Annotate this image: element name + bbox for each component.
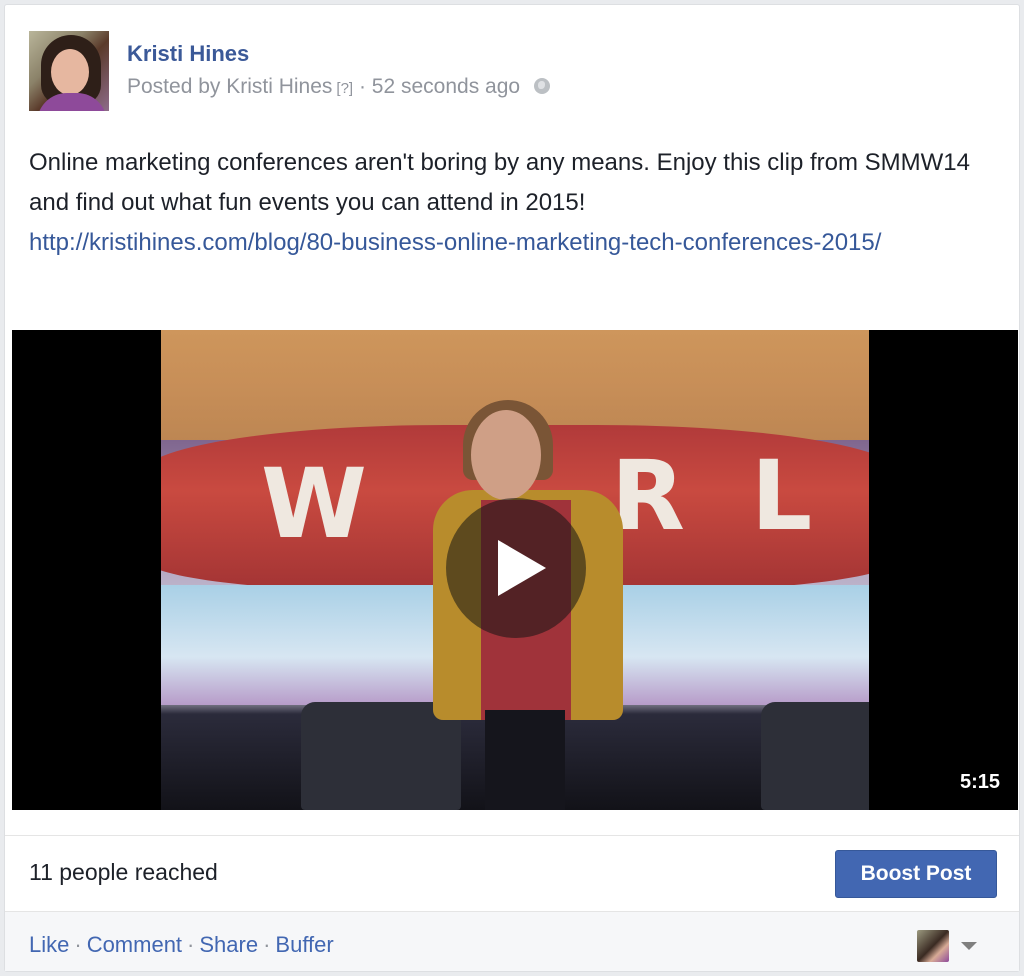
author-name[interactable]: Kristi Hines (127, 41, 249, 67)
like-link[interactable]: Like (29, 932, 69, 957)
globe-icon[interactable] (534, 78, 551, 94)
action-links: Like · Comment · Share · Buffer (29, 932, 334, 958)
post-card: Kristi Hines Posted by Kristi Hines [?] ·… (4, 4, 1020, 972)
video-duration: 5:15 (959, 771, 1000, 793)
post-link[interactable]: http://kristihines.com/blog/80-business-… (29, 223, 999, 263)
share-link[interactable]: Share (199, 932, 258, 957)
post-message: Online marketing conferences aren't bori… (29, 149, 970, 216)
reach-count[interactable]: 11 people reached (29, 859, 218, 886)
play-icon[interactable] (446, 498, 586, 638)
post-body: Online marketing conferences aren't bori… (29, 143, 999, 263)
help-link[interactable]: [?] (336, 80, 353, 97)
caret-down-icon[interactable] (961, 942, 977, 950)
posted-by-text: Posted by Kristi Hines (127, 75, 333, 98)
couch (761, 702, 869, 810)
banner-letter: W (261, 448, 367, 560)
reach-bar: 11 people reached Boost Post (5, 835, 1019, 911)
buffer-link[interactable]: Buffer (275, 932, 333, 957)
separator: · (187, 932, 195, 957)
page-avatar[interactable] (917, 930, 949, 962)
author-avatar[interactable] (29, 31, 109, 111)
comment-link[interactable]: Comment (87, 932, 182, 957)
separator: · (74, 932, 82, 957)
separator: · (263, 932, 271, 957)
post-meta: Posted by Kristi Hines [?] · 52 seconds a… (127, 75, 551, 99)
boost-post-button[interactable]: Boost Post (835, 850, 997, 898)
post-timestamp[interactable]: · 52 seconds ago (359, 75, 520, 98)
banner-letter: L (751, 440, 813, 552)
action-bar: Like · Comment · Share · Buffer (5, 911, 1019, 971)
video-player[interactable]: W R L 5:15 (12, 330, 1018, 810)
